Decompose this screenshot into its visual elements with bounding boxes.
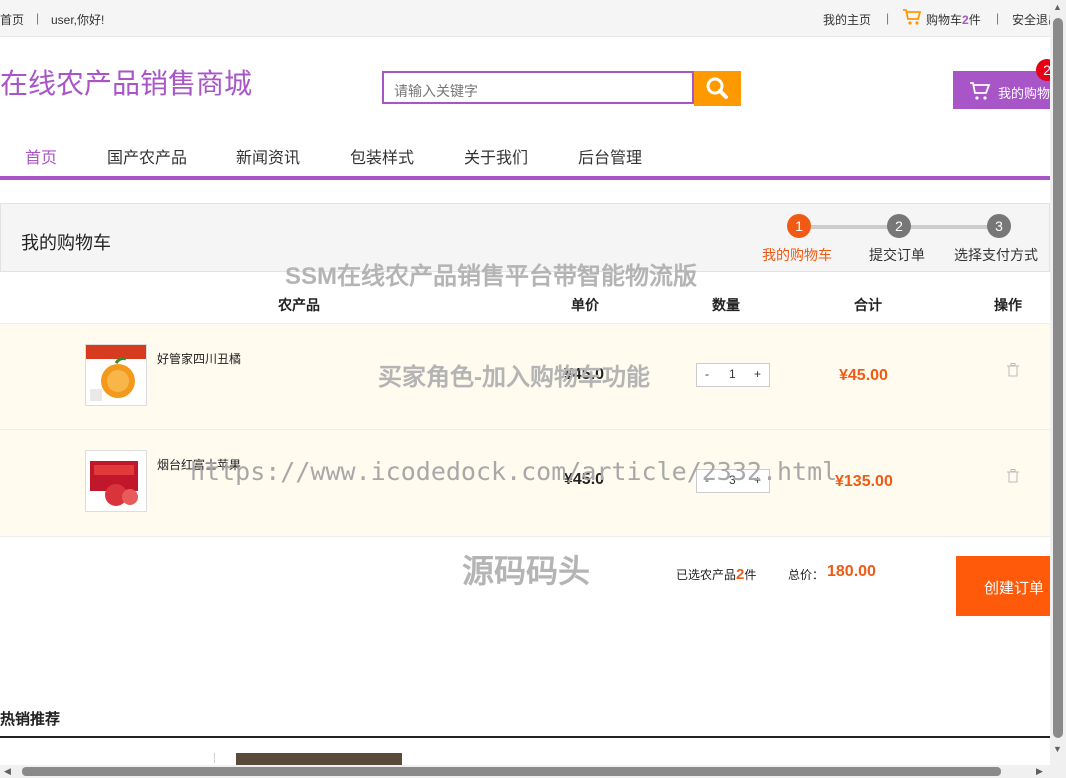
search-button[interactable] bbox=[694, 71, 741, 106]
scroll-up-arrow-icon[interactable]: ▲ bbox=[1053, 2, 1062, 12]
scroll-right-arrow-icon[interactable]: ▶ bbox=[1036, 766, 1043, 777]
orange-fruit-icon[interactable] bbox=[85, 344, 147, 406]
watermark-subtitle: 买家角色-加入购物车功能 bbox=[378, 364, 650, 391]
step-2-circle: 2 bbox=[887, 214, 911, 238]
my-cart-button[interactable]: 我的购物车 bbox=[953, 71, 1050, 109]
qty-plus-button[interactable]: + bbox=[754, 367, 761, 381]
top-cart-count: 2 bbox=[962, 13, 969, 27]
top-separator: | bbox=[996, 11, 1000, 25]
cart-title: 我的购物车 bbox=[21, 233, 111, 253]
scroll-down-arrow-icon[interactable]: ▼ bbox=[1053, 744, 1062, 754]
nav-item-admin[interactable]: 后台管理 bbox=[578, 144, 642, 168]
horizontal-scroll-thumb[interactable] bbox=[22, 767, 1001, 776]
total-label: 总价： bbox=[788, 568, 825, 582]
qty-value[interactable]: 1 bbox=[729, 367, 736, 381]
apple-box-icon[interactable] bbox=[85, 450, 147, 512]
nav-item-domestic-products[interactable]: 国产农产品 bbox=[107, 144, 187, 168]
top-cart-label: 购物车 bbox=[926, 13, 963, 27]
top-separator: | bbox=[36, 11, 40, 25]
search-icon bbox=[706, 77, 728, 99]
user-greeting: user,你好! bbox=[51, 13, 105, 27]
step-1-circle: 1 bbox=[787, 214, 811, 238]
row-subtotal: ¥135.00 bbox=[835, 473, 893, 490]
site-logo[interactable]: 在线农产品销售商城 bbox=[0, 62, 252, 102]
logout-link[interactable]: 安全退出 bbox=[1012, 11, 1050, 28]
product-name[interactable]: 好管家四川丑橘 bbox=[157, 350, 241, 367]
qty-minus-button[interactable]: - bbox=[705, 367, 709, 381]
top-bar: 首页 | user,你好! 我的主页 | 购物车2件 | 安全退出 bbox=[0, 0, 1050, 37]
step-2-label: 提交订单 bbox=[869, 247, 925, 263]
vertical-scroll-thumb[interactable] bbox=[1053, 18, 1063, 738]
my-home-link[interactable]: 我的主页 bbox=[823, 11, 871, 28]
trash-icon[interactable] bbox=[1007, 469, 1019, 483]
step-1-label: 我的购物车 bbox=[762, 247, 832, 263]
section-divider bbox=[0, 736, 1050, 738]
nav-item-about[interactable]: 关于我们 bbox=[464, 144, 528, 168]
cart-icon bbox=[970, 82, 991, 100]
selected-suffix: 件 bbox=[744, 568, 757, 582]
step-3-label: 选择支付方式 bbox=[954, 247, 1038, 263]
divider bbox=[214, 753, 216, 763]
create-order-button[interactable]: 创建订单 bbox=[956, 556, 1050, 616]
row-subtotal: ¥45.00 bbox=[839, 367, 888, 384]
cart-icon bbox=[902, 8, 922, 29]
create-order-label: 创建订单 bbox=[984, 580, 1045, 597]
column-header-subtotal: 合计 bbox=[854, 297, 882, 313]
nav-item-packaging[interactable]: 包装样式 bbox=[350, 144, 414, 168]
nav-item-home[interactable]: 首页 bbox=[25, 144, 57, 168]
step-3-circle: 3 bbox=[987, 214, 1011, 238]
watermark-url: https://www.icodedock.com/article/2332.h… bbox=[190, 457, 838, 486]
total-price: 180.00 bbox=[827, 563, 876, 580]
hot-product-image[interactable] bbox=[236, 753, 402, 765]
trash-icon[interactable] bbox=[1007, 363, 1019, 377]
top-separator: | bbox=[886, 11, 890, 25]
hot-section-title: 热销推荐 bbox=[0, 711, 61, 728]
my-cart-label: 我的购物车 bbox=[998, 86, 1050, 101]
selected-prefix: 已选农产品 bbox=[676, 568, 737, 582]
quantity-stepper: - 1 + bbox=[696, 363, 770, 387]
column-header-product: 农产品 bbox=[278, 297, 320, 313]
search-input[interactable]: 请输入关键字 bbox=[382, 71, 694, 104]
nav-item-news[interactable]: 新闻资讯 bbox=[236, 144, 300, 168]
top-cart-unit: 件 bbox=[968, 13, 981, 27]
main-nav: 首页 国产农产品 新闻资讯 包装样式 关于我们 后台管理 bbox=[0, 130, 1050, 180]
column-header-action: 操作 bbox=[994, 297, 1022, 313]
top-cart-link[interactable]: 购物车2件 bbox=[926, 11, 981, 28]
selected-count-text: 已选农产品2件 bbox=[676, 566, 756, 583]
watermark-title: SSM在线农产品销售平台带智能物流版 bbox=[285, 263, 698, 290]
watermark-brand: 源码码头 bbox=[462, 553, 591, 589]
column-header-price: 单价 bbox=[571, 297, 599, 313]
scroll-left-arrow-icon[interactable]: ◀ bbox=[4, 766, 11, 777]
top-home-link[interactable]: 首页 bbox=[0, 11, 24, 28]
column-header-qty: 数量 bbox=[712, 297, 740, 313]
